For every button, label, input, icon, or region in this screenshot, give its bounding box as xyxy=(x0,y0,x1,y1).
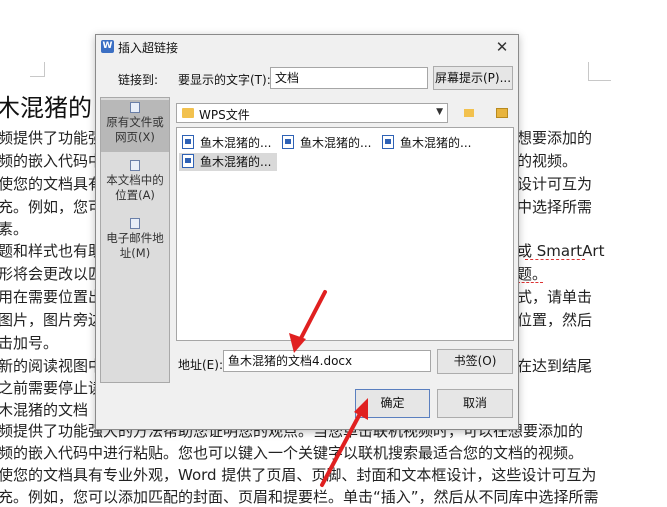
arrow-to-address xyxy=(289,290,327,353)
annotation-arrows xyxy=(289,290,368,487)
arrow-to-ok-button xyxy=(320,398,368,487)
